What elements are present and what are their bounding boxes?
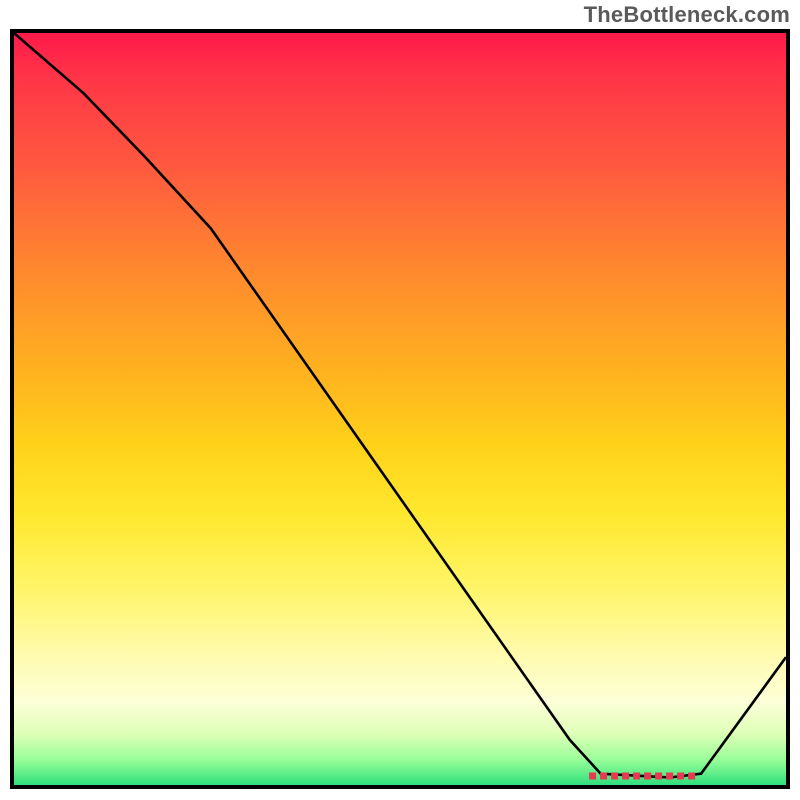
bottleneck-curve <box>14 33 786 778</box>
plot-area <box>10 29 790 789</box>
chart-container: TheBottleneck.com <box>0 0 800 800</box>
curve-layer <box>14 33 786 785</box>
attribution-text: TheBottleneck.com <box>584 2 790 28</box>
